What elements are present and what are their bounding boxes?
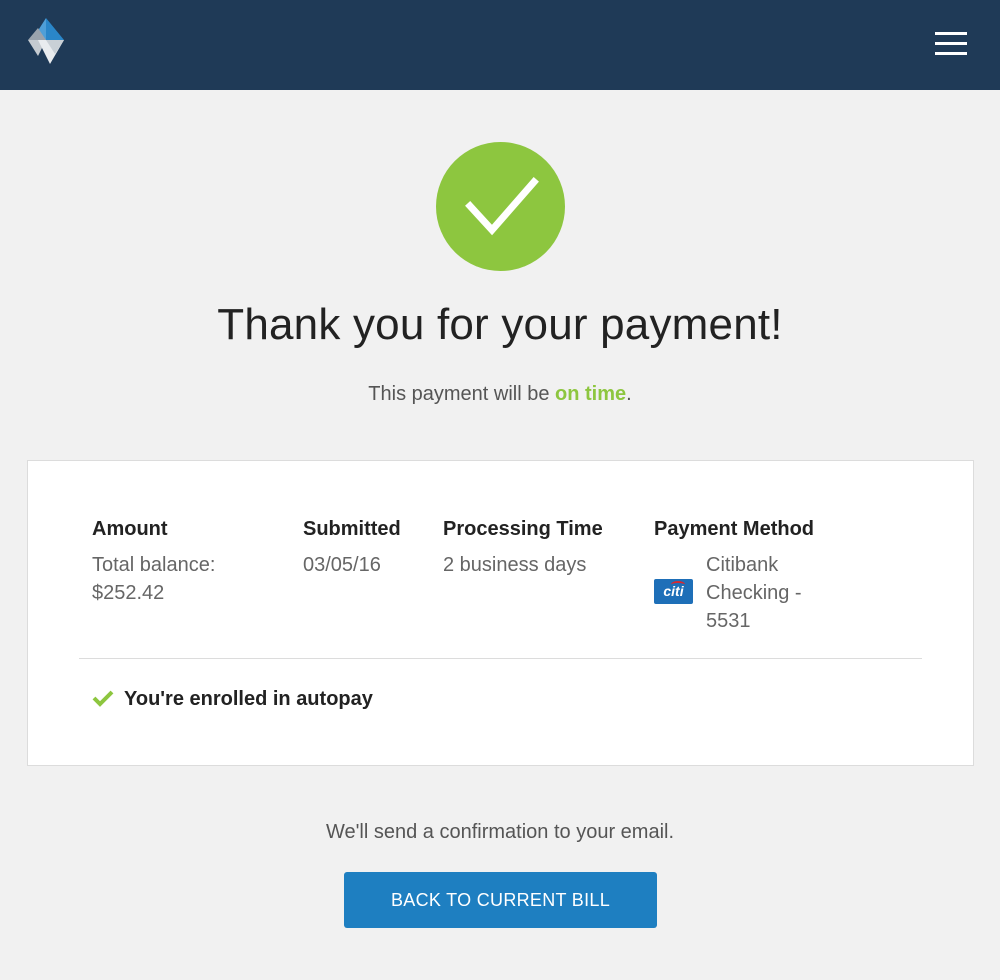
method-line-1: Citibank [706,554,779,576]
payment-method-value: citi Citibank Checking - 5531 [654,551,874,635]
amount-value: Total balance: $252.42 [92,551,272,607]
amount-column: Amount Total balance: $252.42 [92,517,272,607]
status-suffix: . [626,383,632,405]
submitted-date: 03/05/16 [303,554,381,576]
success-checkmark-icon [436,142,565,271]
submitted-column: Submitted 03/05/16 [303,517,433,579]
method-line-3: 5531 [706,610,751,632]
payment-status-text: This payment will be on time. [0,383,1000,406]
confirmation-note: We'll send a confirmation to your email. [325,821,675,843]
status-prefix: This payment will be [368,383,556,405]
page-title: Thank you for your payment! [217,300,783,349]
payment-method-column: Payment Method citi Citibank Checking - … [654,517,874,635]
back-to-current-bill-button[interactable]: BACK TO CURRENT BILL [344,872,657,928]
menu-line [935,42,967,45]
menu-line [935,32,967,35]
payment-details-card: Amount Total balance: $252.42 Submitted … [27,460,974,766]
hamburger-menu-icon[interactable] [930,30,970,58]
on-time-highlight: on time [555,383,627,405]
submitted-label: Submitted [303,518,401,540]
processing-label: Processing Time [443,518,603,540]
top-nav-bar [0,0,1000,90]
processing-column: Processing Time 2 business days [443,517,643,579]
autopay-label: You're enrolled in autopay [124,688,373,710]
processing-value: 2 business days [443,554,587,576]
bank-logo-text: citi [663,583,684,599]
amount-line-2: $252.42 [92,582,165,604]
payment-method-text: Citibank Checking - 5531 [706,551,874,635]
autopay-checkmark-icon [92,690,114,707]
payment-method-label: Payment Method [654,518,815,540]
card-divider [79,658,922,659]
amount-label: Amount [92,518,168,540]
menu-line [935,52,967,55]
method-line-2: Checking - [706,582,802,604]
amount-line-1: Total balance: [92,554,216,576]
diamond-logo-icon[interactable] [24,16,68,70]
citi-bank-logo-icon: citi [654,579,693,604]
